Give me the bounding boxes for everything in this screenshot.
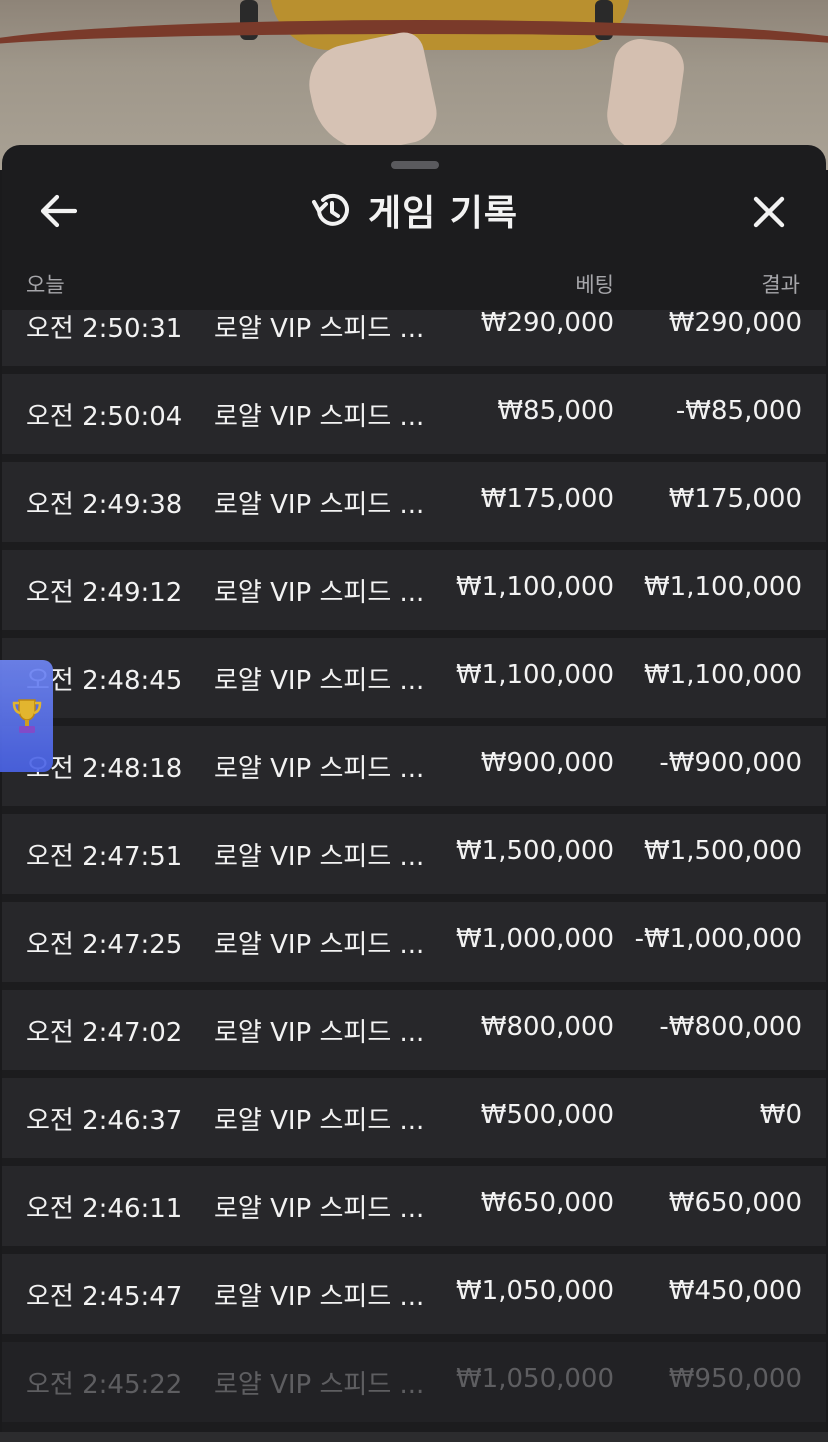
row-result: -₩900,000: [659, 748, 802, 778]
row-bet: ₩1,500,000: [455, 836, 614, 866]
row-result: -₩85,000: [675, 396, 802, 426]
history-row[interactable]: 오전 2:46:37 로얄 VIP 스피드 ... ₩500,000 ₩0: [2, 1078, 826, 1158]
row-result: ₩0: [759, 1100, 802, 1130]
bottom-bar: [0, 1432, 828, 1442]
row-game: 로얄 VIP 스피드 ...: [214, 402, 425, 432]
column-header-bet: 베팅: [575, 273, 614, 297]
history-row[interactable]: 오전 2:48:45 로얄 VIP 스피드 ... ₩1,100,000 ₩1,…: [2, 638, 826, 718]
row-result: ₩290,000: [668, 310, 802, 338]
history-row[interactable]: 오전 2:45:22 로얄 VIP 스피드 ... ₩1,050,000 ₩95…: [2, 1342, 826, 1422]
row-bet: ₩175,000: [480, 484, 614, 514]
row-bet: ₩1,100,000: [455, 572, 614, 602]
leaderboard-widget-button[interactable]: [0, 660, 53, 772]
row-result: ₩950,000: [668, 1364, 802, 1394]
row-game: 로얄 VIP 스피드 ...: [214, 666, 425, 696]
history-row[interactable]: 오전 2:48:18 로얄 VIP 스피드 ... ₩900,000 -₩900…: [2, 726, 826, 806]
row-bet: ₩1,000,000: [455, 924, 614, 954]
row-game: 로얄 VIP 스피드 ...: [214, 1194, 425, 1224]
row-game: 로얄 VIP 스피드 ...: [214, 578, 425, 608]
close-button[interactable]: [746, 189, 792, 235]
row-time: 오전 2:45:22: [26, 1370, 183, 1400]
row-game: 로얄 VIP 스피드 ...: [214, 314, 425, 344]
history-row[interactable]: 오전 2:50:31 로얄 VIP 스피드 ... ₩290,000 ₩290,…: [2, 310, 826, 366]
history-row[interactable]: 오전 2:46:11 로얄 VIP 스피드 ... ₩650,000 ₩650,…: [2, 1166, 826, 1246]
row-time: 오전 2:49:12: [26, 578, 183, 608]
history-row[interactable]: 오전 2:45:47 로얄 VIP 스피드 ... ₩1,050,000 ₩45…: [2, 1254, 826, 1334]
screen: 게임 기록 오늘 베팅 결과 오전 2:50:31 로얄 VIP 스피드 ...…: [0, 0, 828, 1442]
history-row[interactable]: 오전 2:49:12 로얄 VIP 스피드 ... ₩1,100,000 ₩1,…: [2, 550, 826, 630]
row-bet: ₩500,000: [480, 1100, 614, 1130]
row-bet: ₩800,000: [480, 1012, 614, 1042]
column-header-result: 결과: [761, 273, 800, 297]
game-history-sheet: 게임 기록 오늘 베팅 결과 오전 2:50:31 로얄 VIP 스피드 ...…: [2, 145, 826, 1442]
row-bet: ₩900,000: [480, 748, 614, 778]
row-result: ₩1,100,000: [643, 572, 802, 602]
row-bet: ₩1,050,000: [455, 1364, 614, 1394]
sheet-title-group: 게임 기록: [2, 175, 826, 245]
row-bet: ₩290,000: [480, 310, 614, 338]
row-time: 오전 2:47:51: [26, 842, 183, 872]
row-time: 오전 2:49:38: [26, 490, 183, 520]
row-result: ₩650,000: [668, 1188, 802, 1218]
row-bet: ₩85,000: [497, 396, 614, 426]
row-time: 오전 2:45:47: [26, 1282, 183, 1312]
history-row[interactable]: 오전 2:47:51 로얄 VIP 스피드 ... ₩1,500,000 ₩1,…: [2, 814, 826, 894]
row-game: 로얄 VIP 스피드 ...: [214, 490, 425, 520]
row-game: 로얄 VIP 스피드 ...: [214, 842, 425, 872]
history-row[interactable]: 오전 2:50:04 로얄 VIP 스피드 ... ₩85,000 -₩85,0…: [2, 374, 826, 454]
row-result: ₩1,100,000: [643, 660, 802, 690]
row-time: 오전 2:46:11: [26, 1194, 183, 1224]
history-icon: [311, 193, 349, 226]
row-time: 오전 2:47:02: [26, 1018, 183, 1048]
row-time: 오전 2:50:31: [26, 314, 183, 344]
row-game: 로얄 VIP 스피드 ...: [214, 930, 425, 960]
history-row[interactable]: 오전 2:47:02 로얄 VIP 스피드 ... ₩800,000 -₩800…: [2, 990, 826, 1070]
row-result: -₩1,000,000: [634, 924, 802, 954]
row-bet: ₩1,100,000: [455, 660, 614, 690]
row-result: ₩450,000: [668, 1276, 802, 1306]
trophy-icon: [12, 699, 41, 733]
row-result: -₩800,000: [659, 1012, 802, 1042]
row-time: 오전 2:50:04: [26, 402, 183, 432]
row-result: ₩175,000: [668, 484, 802, 514]
history-row[interactable]: 오전 2:49:38 로얄 VIP 스피드 ... ₩175,000 ₩175,…: [2, 462, 826, 542]
row-game: 로얄 VIP 스피드 ...: [214, 1370, 425, 1400]
row-time: 오전 2:47:25: [26, 930, 183, 960]
row-game: 로얄 VIP 스피드 ...: [214, 1106, 425, 1136]
history-row[interactable]: 오전 2:47:25 로얄 VIP 스피드 ... ₩1,000,000 -₩1…: [2, 902, 826, 982]
sheet-header: 게임 기록: [2, 175, 826, 245]
row-bet: ₩1,050,000: [455, 1276, 614, 1306]
sheet-drag-handle[interactable]: [391, 161, 439, 169]
row-time: 오전 2:46:37: [26, 1106, 183, 1136]
column-header-date: 오늘: [26, 273, 65, 297]
row-game: 로얄 VIP 스피드 ...: [214, 1018, 425, 1048]
row-game: 로얄 VIP 스피드 ...: [214, 754, 425, 784]
page-title: 게임 기록: [367, 193, 518, 234]
column-header-row: 오늘 베팅 결과: [2, 265, 826, 301]
history-list[interactable]: 오전 2:50:31 로얄 VIP 스피드 ... ₩290,000 ₩290,…: [2, 310, 826, 1442]
row-game: 로얄 VIP 스피드 ...: [214, 1282, 425, 1312]
row-bet: ₩650,000: [480, 1188, 614, 1218]
close-icon: [753, 196, 785, 228]
row-result: ₩1,500,000: [643, 836, 802, 866]
